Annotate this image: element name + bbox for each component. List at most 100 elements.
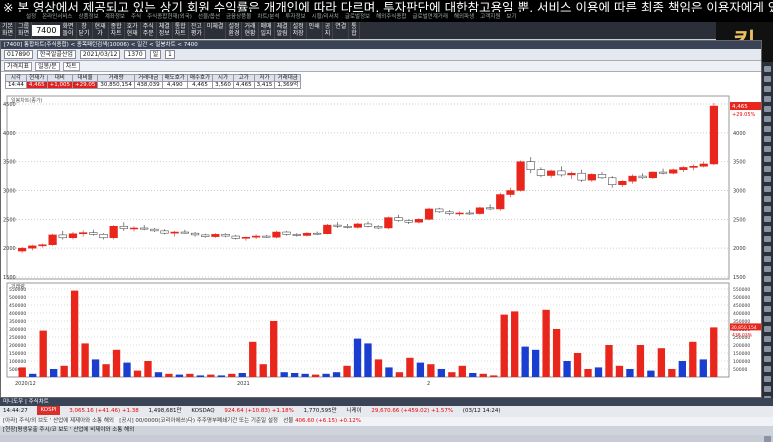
menu-item-3[interactable]: 계좌정보 xyxy=(105,14,125,20)
price-panel[interactable] xyxy=(6,95,730,280)
candle xyxy=(557,170,566,176)
side-tool-icon[interactable] xyxy=(764,326,771,332)
volume-bar xyxy=(18,367,26,377)
side-tool-icon[interactable] xyxy=(764,346,771,352)
toolbar-button-14[interactable]: 거래 현황 xyxy=(242,22,259,39)
toolbar-button-6[interactable]: 종합 차트 xyxy=(109,22,125,39)
side-tool-icon[interactable] xyxy=(764,146,771,152)
tab-2[interactable]: 차트 xyxy=(62,62,80,71)
side-tool-icon[interactable] xyxy=(764,356,771,362)
volume-bar xyxy=(29,373,37,377)
side-tool-icon[interactable] xyxy=(764,266,771,272)
toolbar-button-5[interactable]: 현재 가 xyxy=(93,22,109,39)
period-field[interactable]: 1370 xyxy=(124,50,146,59)
menu-item-12[interactable]: 해외주식종합 xyxy=(376,14,406,20)
menu-item-13[interactable]: 글로벌연계거래 xyxy=(413,14,448,20)
candlestick-chart[interactable]: 4500450040004000350035003000300025002500… xyxy=(1,92,761,399)
side-tool-icon[interactable] xyxy=(764,206,771,212)
side-tool-icon[interactable] xyxy=(764,86,771,92)
side-tool-icon[interactable] xyxy=(764,276,771,282)
side-tool-icon[interactable] xyxy=(764,336,771,342)
toolbar-button-21[interactable]: 통합 xyxy=(349,22,360,39)
side-tool-icon[interactable] xyxy=(764,96,771,102)
toolbar-button-15[interactable]: 매매 일지 xyxy=(259,22,275,39)
side-tool-icon[interactable] xyxy=(764,246,771,252)
taskbar-item-1[interactable]: 주시/코 보도 ' 산업에 비제야와 소통 해외 xyxy=(39,427,134,433)
side-tool-icon[interactable] xyxy=(764,106,771,112)
candle xyxy=(475,207,485,214)
side-tool-icon[interactable] xyxy=(764,66,771,72)
menu-item-11[interactable]: 글로벌정보 xyxy=(345,14,370,20)
tab-0[interactable]: 가격지표 xyxy=(4,62,33,71)
toolbar-button-0[interactable]: 기본 화면 xyxy=(0,22,17,39)
menu-item-15[interactable]: 고객지원 xyxy=(480,14,500,20)
menu-item-16[interactable]: 보기 xyxy=(506,14,516,20)
toolbar-button-1[interactable]: 그룹 화면 xyxy=(16,22,33,39)
stock-code-input[interactable]: 017890 xyxy=(4,50,33,59)
side-tool-icon[interactable] xyxy=(764,286,771,292)
side-tool-icon[interactable] xyxy=(764,126,771,132)
menu-item-5[interactable]: 주식종합현재(외국) xyxy=(147,14,192,20)
toolbar-button-17[interactable]: 설정 저장 xyxy=(291,22,307,39)
side-tool-icon[interactable] xyxy=(764,236,771,242)
menu-item-2[interactable]: 상품정보 xyxy=(79,14,99,20)
news-text[interactable]: [아라] 주식/외 브도 ' 산업에 제제아와 소통 해외 xyxy=(3,418,114,424)
side-tool-icon[interactable] xyxy=(764,376,771,382)
candle xyxy=(343,226,352,228)
chart-area[interactable]: 4500450040004000350035003000300025002500… xyxy=(1,92,761,399)
menu-item-10[interactable]: 시황/리서치 xyxy=(312,14,339,20)
side-tool-icon[interactable] xyxy=(764,296,771,302)
toolbar-button-4[interactable]: 창 닫기 xyxy=(77,22,93,39)
menu-item-14[interactable]: 해외파생 xyxy=(454,14,474,20)
toolbar-button-7[interactable]: 호가 현재 xyxy=(125,22,141,39)
side-tool-icon[interactable] xyxy=(764,116,771,122)
screen-code-input[interactable]: 7400 xyxy=(32,25,61,36)
menu-item-6[interactable]: 선물/옵션 xyxy=(198,14,220,20)
date-field[interactable]: 2021/03/12 xyxy=(79,50,121,59)
side-tool-icon[interactable] xyxy=(764,186,771,192)
taskbar-item-0[interactable]: [현장]평생유출 xyxy=(3,427,39,433)
quote-value: 3,415 xyxy=(253,81,276,89)
menu-item-9[interactable]: 투자정보 xyxy=(285,14,305,20)
menu-item-1[interactable]: 온라인서비스 xyxy=(42,14,72,20)
toolbar-button-20[interactable]: 연결 xyxy=(333,22,350,39)
toolbar-button-12[interactable]: 미체결 xyxy=(205,22,227,39)
price-tick-left: 3500 xyxy=(3,160,16,166)
menu-item-4[interactable]: 주식 xyxy=(131,14,141,20)
toolbar-button-3[interactable]: 화면 돌이 xyxy=(60,22,77,39)
toolbar-button-13[interactable]: 설정 환경 xyxy=(226,22,243,39)
toolbar-button-9[interactable]: 체결 정보 xyxy=(157,22,173,39)
toolbar-button-18[interactable]: 인쇄 xyxy=(307,22,323,39)
toolbar-button-19[interactable]: 공지 xyxy=(323,22,334,39)
side-tool-icon[interactable] xyxy=(764,436,771,442)
side-tool-icon[interactable] xyxy=(764,216,771,222)
side-tool-icon[interactable] xyxy=(764,226,771,232)
side-tool-icon[interactable] xyxy=(764,166,771,172)
stock-name-field[interactable]: 한국알콜산업 xyxy=(36,50,76,59)
unit-select[interactable]: 일 xyxy=(149,50,162,59)
news-ticker[interactable]: [아라] 주식/외 브도 ' 산업에 제제아와 소통 해외 [공시] 00/00… xyxy=(0,417,773,426)
tab-1[interactable]: 일봉/분 xyxy=(35,62,60,71)
side-tool-icon[interactable] xyxy=(764,306,771,312)
candle xyxy=(262,235,271,238)
side-tool-icon[interactable] xyxy=(764,316,771,322)
news-text-2[interactable]: [공시] 00/0000(코리아에쓰)다) 주주명부폐쇄기간 또는 기준일 설정 xyxy=(119,418,278,424)
menu-item-7[interactable]: 금융상품몰 xyxy=(226,14,251,20)
side-tool-icon[interactable] xyxy=(764,366,771,372)
side-tool-icon[interactable] xyxy=(764,256,771,262)
side-tool-icon[interactable] xyxy=(764,386,771,392)
menu-item-8[interactable]: 차트/분석 xyxy=(257,14,279,20)
side-tool-icon[interactable] xyxy=(764,176,771,182)
toolbar-button-8[interactable]: 주식 주문 xyxy=(141,22,157,39)
side-tool-icon[interactable] xyxy=(764,156,771,162)
count-field[interactable]: 1 xyxy=(165,50,175,59)
side-tool-icon[interactable] xyxy=(764,76,771,82)
quote-header: 고가 xyxy=(232,74,255,82)
toolbar-button-10[interactable]: 통합 차트 xyxy=(173,22,189,39)
toolbar-button-11[interactable]: 잔고 평가 xyxy=(189,22,205,39)
toolbar-button-16[interactable]: 체결 알림 xyxy=(275,22,291,39)
side-tool-icon[interactable] xyxy=(764,136,771,142)
volume-bar xyxy=(102,364,110,377)
menu-item-0[interactable]: 설정 xyxy=(26,14,36,20)
side-tool-icon[interactable] xyxy=(764,196,771,202)
